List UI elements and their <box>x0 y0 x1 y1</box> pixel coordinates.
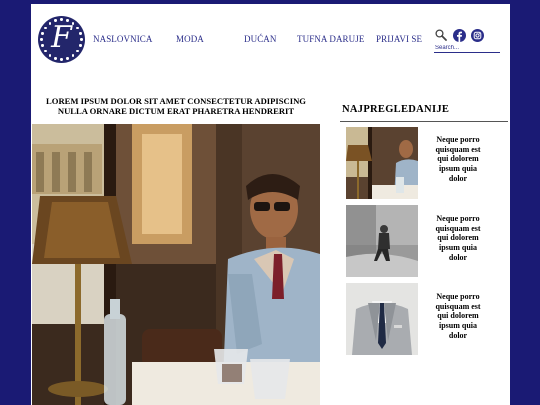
instagram-icon[interactable] <box>471 29 484 42</box>
most-viewed-card-3-image[interactable] <box>346 283 418 355</box>
article-title[interactable]: LOREM IPSUM DOLOR SIT AMET CONSECTETUR A… <box>35 96 317 116</box>
card-1-line-2: quisquam est <box>435 144 481 154</box>
nav-item-prijavi-se[interactable]: PRIJAVI SE <box>376 34 422 44</box>
page-container: F NASLOVNICA MODA DUĆAN TUFNA DARUJE PRI… <box>31 4 510 405</box>
most-viewed-card-3-text[interactable]: Neque porro quisquam est qui dolorem ips… <box>429 292 487 341</box>
most-viewed-card-1-text[interactable]: Neque porro quisquam est qui dolorem ips… <box>429 135 487 184</box>
card-3-line-1: Neque porro <box>436 292 480 301</box>
nav-item-ducan[interactable]: DUĆAN <box>244 34 277 44</box>
logo-letter: F <box>51 20 72 55</box>
sidebar-divider <box>340 121 508 122</box>
card-2-line-2: quisquam est <box>435 223 481 233</box>
most-viewed-card-2-text[interactable]: Neque porro quisquam est qui dolorem ips… <box>429 214 487 263</box>
card-1-line-3: qui dolorem <box>437 154 479 164</box>
search-input[interactable] <box>434 44 500 53</box>
card-2-line-3: qui dolorem <box>437 233 479 243</box>
logo-dot <box>66 57 69 60</box>
card-3-line-3: qui dolorem <box>437 311 479 321</box>
card-3-line-5: dolor <box>448 330 468 340</box>
card-1-line-1: Neque porro <box>436 135 480 144</box>
card-3-line-4: ipsum quia <box>438 321 478 331</box>
most-viewed-heading: NAJPREGLEDANIJE <box>342 104 450 115</box>
card-2-line-4: ipsum quia <box>438 243 478 253</box>
nav-item-moda[interactable]: MODA <box>176 34 204 44</box>
site-logo[interactable]: F <box>38 16 85 63</box>
facebook-icon[interactable] <box>453 29 466 42</box>
article-hero-image[interactable] <box>32 124 320 405</box>
nav-item-tufna-daruje[interactable]: TUFNA DARUJE <box>297 34 364 44</box>
article-title-line-1: LOREM IPSUM DOLOR SIT AMET CONSECTETUR A… <box>46 96 306 106</box>
nav-item-naslovnica[interactable]: NASLOVNICA <box>93 34 153 44</box>
article-title-line-2: NULLA ORNARE DICTUM ERAT PHARETRA HENDRE… <box>57 106 295 116</box>
card-1-line-5: dolor <box>448 173 468 183</box>
card-1-line-4: ipsum quia <box>438 164 478 174</box>
card-2-line-5: dolor <box>448 252 468 262</box>
logo-dot <box>60 58 63 61</box>
logo-dot <box>54 57 57 60</box>
card-2-line-1: Neque porro <box>436 214 480 223</box>
most-viewed-card-2-image[interactable] <box>346 205 418 277</box>
search-icon[interactable] <box>435 29 447 41</box>
card-3-line-2: quisquam est <box>435 301 481 311</box>
most-viewed-card-1-image[interactable] <box>346 127 418 199</box>
